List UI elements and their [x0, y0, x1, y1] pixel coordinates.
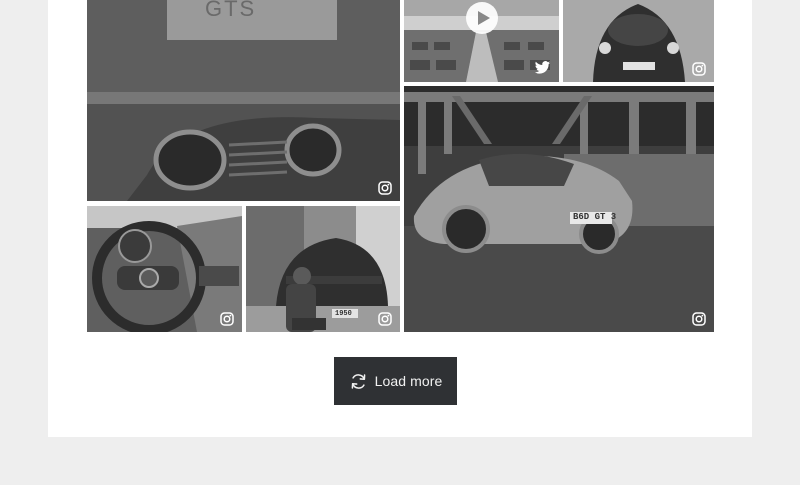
instagram-icon	[692, 62, 706, 76]
gallery-tile-steering-wheel[interactable]	[87, 206, 242, 332]
play-button[interactable]	[466, 2, 498, 34]
load-more-button[interactable]: Load more	[334, 357, 457, 405]
plate-text: GTS	[205, 0, 257, 21]
gallery-tile-exhaust[interactable]: GTS	[87, 0, 400, 201]
gallery-tile-car-model[interactable]: 1950	[246, 206, 400, 332]
instagram-icon	[378, 181, 392, 195]
twitter-icon	[534, 61, 551, 75]
instagram-icon	[378, 312, 392, 326]
gallery-tile-gt3-night[interactable]: B6D GT 3	[404, 86, 714, 332]
refresh-icon	[349, 372, 368, 391]
instagram-icon	[692, 312, 706, 326]
load-more-label: Load more	[374, 373, 443, 389]
gallery-tile-car-rear[interactable]	[563, 0, 714, 82]
steering-wheel-photo	[87, 206, 242, 332]
plate-text: B6D GT 3	[573, 212, 617, 222]
gallery-tile-video[interactable]	[404, 0, 559, 82]
gt3-night-photo	[404, 86, 714, 332]
plate-text: 1950	[335, 310, 352, 318]
car-model-photo	[246, 206, 400, 332]
instagram-icon	[220, 312, 234, 326]
exhaust-photo	[87, 0, 400, 201]
